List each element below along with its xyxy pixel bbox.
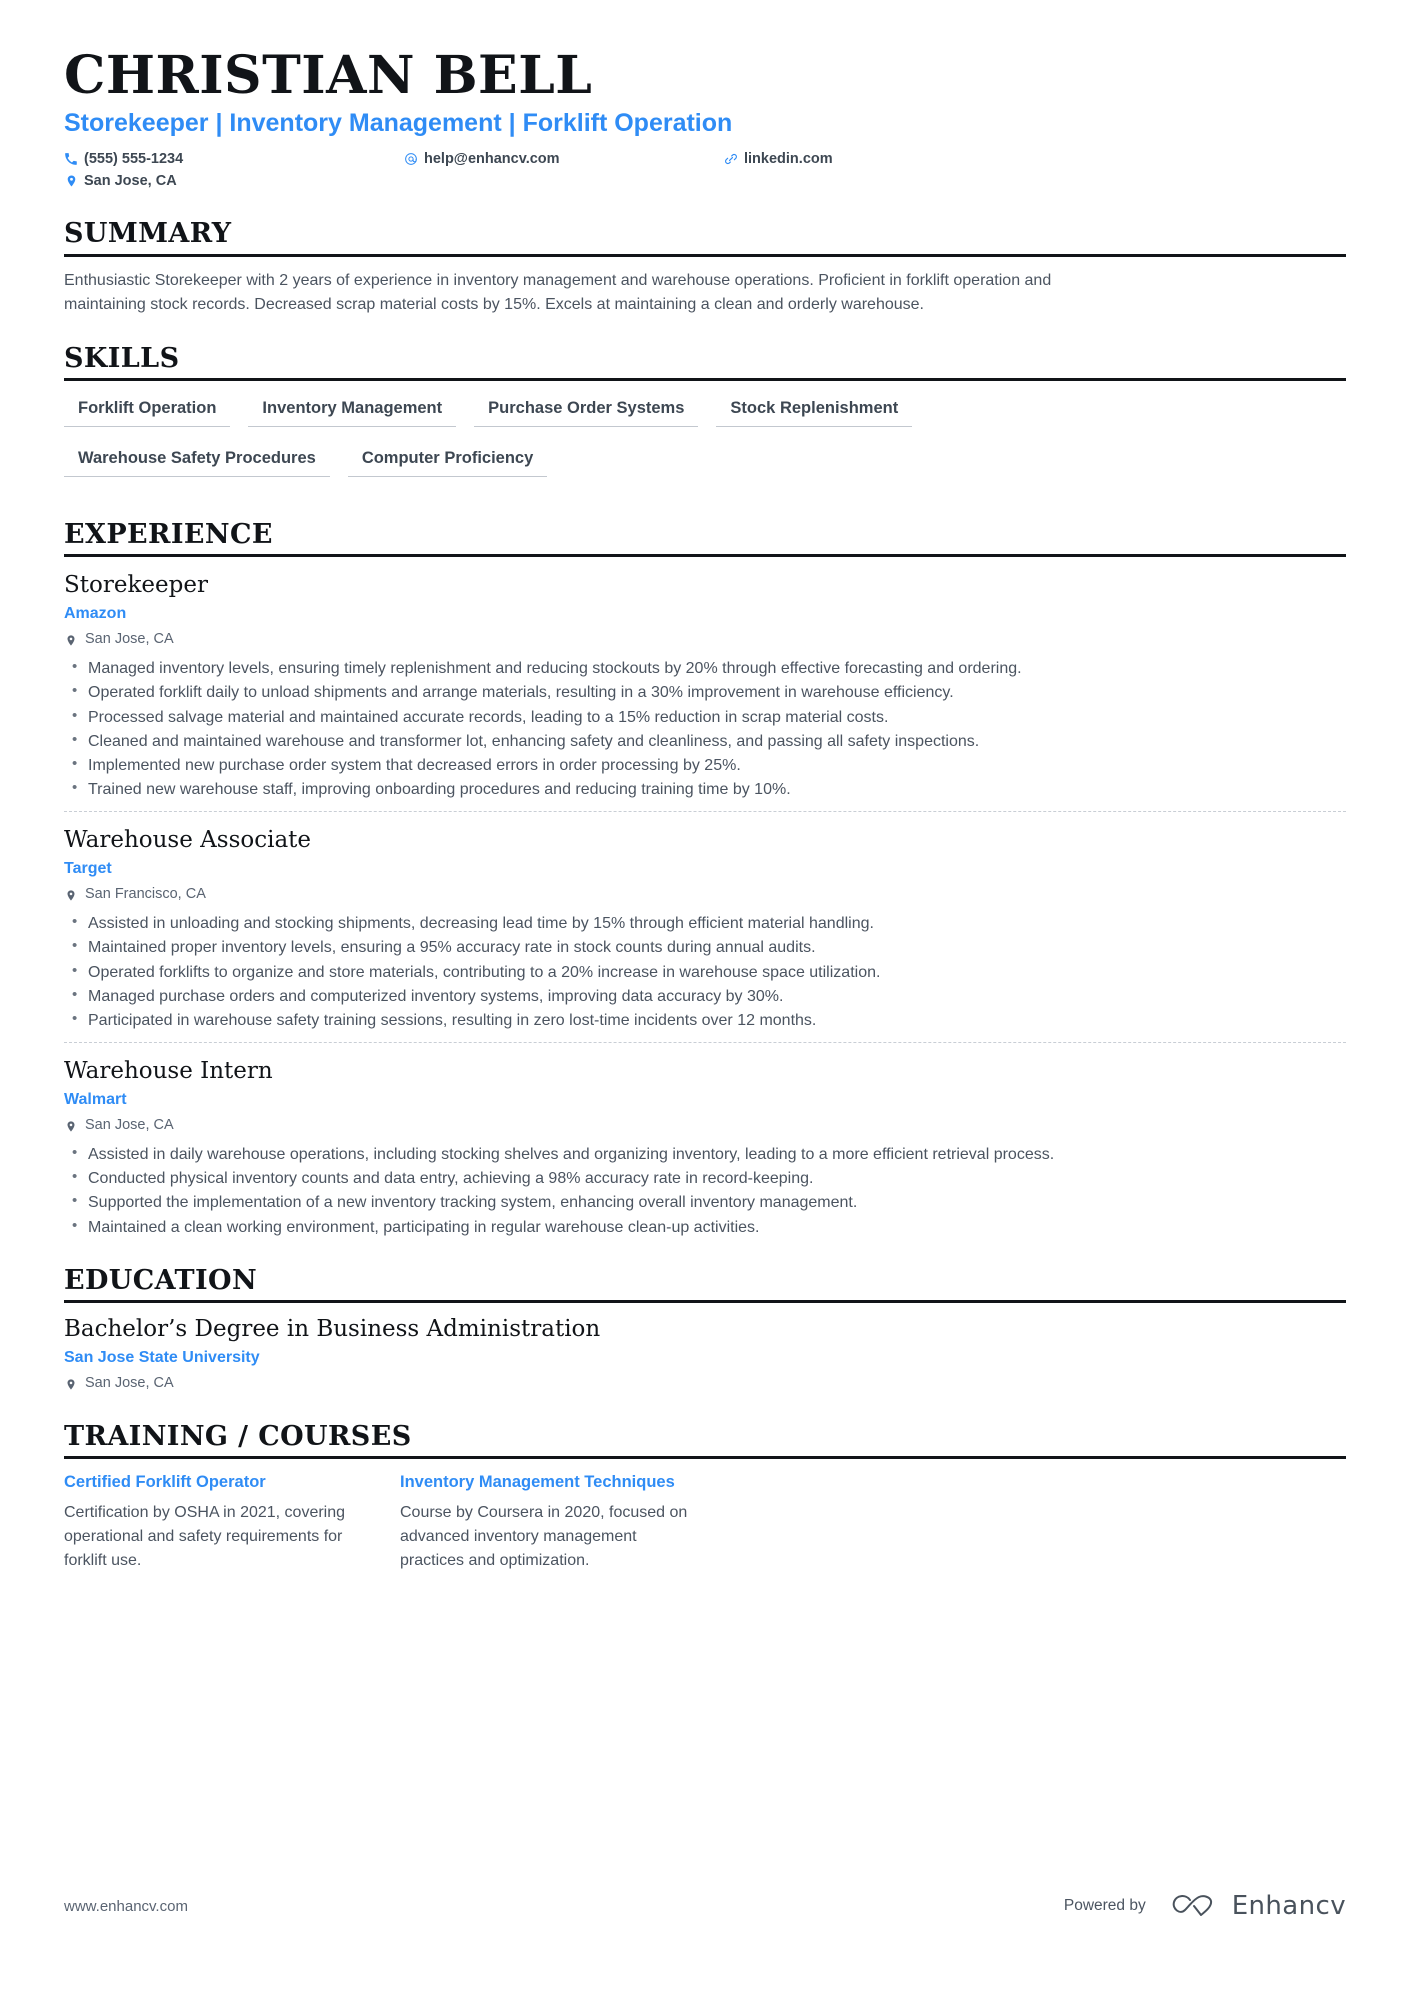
contact-info: (555) 555-1234 help@enhancv.com linkedin… xyxy=(64,148,1346,192)
bullet-item: Trained new warehouse staff, improving o… xyxy=(64,777,1094,801)
course-description: Course by Coursera in 2020, focused on a… xyxy=(400,1503,688,1569)
bullet-item: Maintained proper inventory levels, ensu… xyxy=(64,935,1094,959)
course-entry: Inventory Management Techniques Course b… xyxy=(400,1471,736,1572)
footer-branding: Powered by Enhancv xyxy=(1064,1891,1346,1921)
bullet-item: Assisted in daily warehouse operations, … xyxy=(64,1142,1094,1166)
contact-phone[interactable]: (555) 555-1234 xyxy=(64,148,404,170)
education-school[interactable]: San Jose State University xyxy=(64,1347,1346,1369)
skill-item: Inventory Management xyxy=(248,393,457,427)
bullet-item: Conducted physical inventory counts and … xyxy=(64,1166,1094,1190)
enhancv-mark-icon xyxy=(1168,1891,1220,1921)
link-icon xyxy=(724,152,738,166)
job-bullets: Assisted in unloading and stocking shipm… xyxy=(64,911,1346,1032)
contact-email[interactable]: help@enhancv.com xyxy=(404,148,724,170)
job-title: Warehouse Intern xyxy=(64,1058,273,1085)
resume-footer: www.enhancv.com Powered by Enhancv xyxy=(64,1891,1346,1921)
bullet-item: Operated forklift daily to unload shipme… xyxy=(64,680,1094,704)
resume-header: CHRISTIAN BELL Storekeeper | Inventory M… xyxy=(64,45,1346,192)
bullet-item: Participated in warehouse safety trainin… xyxy=(64,1008,1094,1032)
resume-page: CHRISTIAN BELL Storekeeper | Inventory M… xyxy=(0,0,1410,1995)
job-company[interactable]: Walmart xyxy=(64,1089,1346,1111)
contact-location-value: San Jose, CA xyxy=(84,172,177,189)
powered-by-label: Powered by xyxy=(1063,1897,1146,1914)
section-title-courses: TRAINING / COURSES xyxy=(64,1421,412,1453)
section-summary: SUMMARY Enthusiastic Storekeeper with 2 … xyxy=(64,218,1346,316)
location-icon xyxy=(64,1377,78,1391)
location-icon xyxy=(64,633,78,647)
experience-entry: Warehouse Associate Target San Francisco… xyxy=(64,811,1346,1032)
job-title: Storekeeper xyxy=(64,572,208,599)
location-icon xyxy=(64,174,78,188)
bullet-item: Processed salvage material and maintaine… xyxy=(64,705,1094,729)
job-bullets: Assisted in daily warehouse operations, … xyxy=(64,1142,1346,1239)
section-divider xyxy=(64,1456,1346,1460)
job-location-value: San Jose, CA xyxy=(85,631,174,648)
skill-item: Forklift Operation xyxy=(64,393,231,427)
section-divider xyxy=(64,1300,1346,1304)
bullet-item: Assisted in unloading and stocking shipm… xyxy=(64,911,1094,935)
enhancv-logo: Enhancv xyxy=(1168,1891,1346,1921)
bullet-item: Implemented new purchase order system th… xyxy=(64,753,1094,777)
skills-list: Forklift Operation Inventory Management … xyxy=(64,393,1074,493)
section-courses: TRAINING / COURSES Certified Forklift Op… xyxy=(64,1421,1346,1572)
section-title-experience: EXPERIENCE xyxy=(64,518,273,550)
job-title: Warehouse Associate xyxy=(64,827,312,854)
email-icon xyxy=(404,152,418,166)
education-location-value: San Jose, CA xyxy=(85,1375,174,1392)
contact-phone-value: (555) 555-1234 xyxy=(84,150,184,167)
page-title: CHRISTIAN BELL xyxy=(64,45,593,106)
job-location-value: San Jose, CA xyxy=(85,1117,174,1134)
section-divider xyxy=(64,377,1346,381)
job-company[interactable]: Amazon xyxy=(64,603,1346,625)
job-location: San Jose, CA xyxy=(64,1115,1346,1137)
education-degree: Bachelor’s Degree in Business Administra… xyxy=(64,1316,601,1343)
job-company[interactable]: Target xyxy=(64,858,1346,880)
contact-location: San Jose, CA xyxy=(64,170,404,192)
job-bullets: Managed inventory levels, ensuring timel… xyxy=(64,656,1346,801)
section-experience: EXPERIENCE Storekeeper Amazon San Jose, … xyxy=(64,519,1346,1239)
footer-url[interactable]: www.enhancv.com xyxy=(64,1898,188,1915)
experience-entry: Storekeeper Amazon San Jose, CA Managed … xyxy=(64,569,1346,801)
bullet-item: Supported the implementation of a new in… xyxy=(64,1190,1094,1214)
phone-icon xyxy=(64,152,78,166)
course-title[interactable]: Certified Forklift Operator xyxy=(64,1471,366,1494)
skill-item: Purchase Order Systems xyxy=(474,393,699,427)
enhancv-wordmark: Enhancv xyxy=(1231,1891,1346,1921)
education-location: San Jose, CA xyxy=(64,1373,1346,1395)
summary-text: Enthusiastic Storekeeper with 2 years of… xyxy=(64,271,1052,313)
contact-email-value: help@enhancv.com xyxy=(424,150,560,167)
course-description: Certification by OSHA in 2021, covering … xyxy=(64,1503,346,1569)
section-divider xyxy=(64,554,1346,558)
section-divider xyxy=(64,253,1346,257)
education-entry: Bachelor’s Degree in Business Administra… xyxy=(64,1315,1346,1395)
section-title-summary: SUMMARY xyxy=(64,218,232,250)
skill-item: Warehouse Safety Procedures xyxy=(64,443,330,477)
course-entry: Certified Forklift Operator Certificatio… xyxy=(64,1471,400,1572)
skill-item: Stock Replenishment xyxy=(716,393,913,427)
location-icon xyxy=(64,1119,78,1133)
location-icon xyxy=(64,888,78,902)
course-title[interactable]: Inventory Management Techniques xyxy=(400,1471,702,1494)
contact-link[interactable]: linkedin.com xyxy=(724,148,1024,170)
experience-entry: Warehouse Intern Walmart San Jose, CA As… xyxy=(64,1042,1346,1239)
job-location: San Francisco, CA xyxy=(64,884,1346,906)
section-title-education: EDUCATION xyxy=(64,1264,258,1296)
section-skills: SKILLS Forklift Operation Inventory Mana… xyxy=(64,343,1346,493)
bullet-item: Maintained a clean working environment, … xyxy=(64,1215,1094,1239)
professional-headline: Storekeeper | Inventory Management | For… xyxy=(64,109,733,138)
section-education: EDUCATION Bachelor’s Degree in Business … xyxy=(64,1265,1346,1395)
job-location: San Jose, CA xyxy=(64,629,1346,651)
section-title-skills: SKILLS xyxy=(64,342,180,374)
bullet-item: Managed inventory levels, ensuring timel… xyxy=(64,656,1094,680)
bullet-item: Cleaned and maintained warehouse and tra… xyxy=(64,729,1094,753)
job-location-value: San Francisco, CA xyxy=(85,886,206,903)
bullet-item: Managed purchase orders and computerized… xyxy=(64,984,1094,1008)
skill-item: Computer Proficiency xyxy=(347,443,548,477)
contact-link-value: linkedin.com xyxy=(744,150,833,167)
courses-list: Certified Forklift Operator Certificatio… xyxy=(64,1471,1346,1572)
bullet-item: Operated forklifts to organize and store… xyxy=(64,960,1094,984)
